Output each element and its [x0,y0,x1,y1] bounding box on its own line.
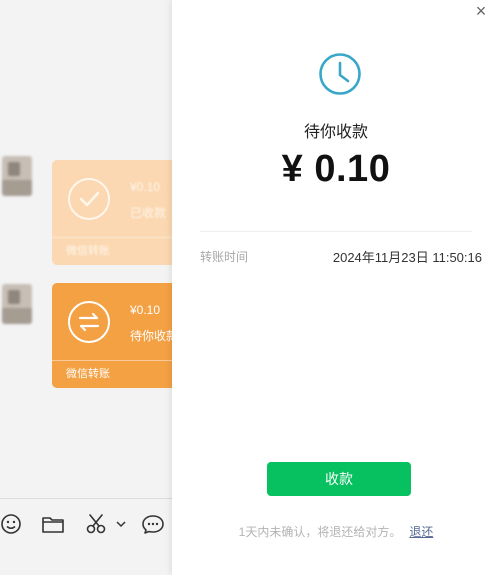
check-icon [68,178,110,220]
avatar[interactable] [2,156,32,196]
transfer-card-pending[interactable]: ¥0.10 待你收款 微信转账 [52,283,178,388]
transfer-card-footer: 微信转账 [52,360,178,388]
transfer-time-label: 转账时间 [200,250,249,264]
transfer-arrows-icon [68,301,110,343]
return-notice: 1天内未确认，将退还给对方。 退还 [172,523,500,540]
chevron-down-icon[interactable] [114,512,128,536]
folder-icon[interactable] [40,512,66,536]
transfer-card-footer: 微信转账 [52,237,178,265]
chat-area: ¥0.10 已收款 微信转账 ¥0.10 待你收款 微信转账 [0,0,178,575]
collect-button[interactable]: 收款 [267,462,411,496]
transfer-status: 已收款 [130,206,167,220]
transfer-status: 待你收款 [130,329,178,343]
chat-icon[interactable] [140,512,166,536]
divider [200,231,472,232]
close-icon[interactable]: × [472,2,490,20]
transfer-detail-panel: × 待你收款 ¥ 0.10 转账时间 2024年11月23日 11:50:16 … [172,0,500,575]
clock-icon [318,52,362,96]
scissors-icon[interactable] [84,512,110,536]
return-notice-text: 1天内未确认，将退还给对方。 [238,525,402,539]
avatar[interactable] [2,284,32,324]
transfer-status-title: 待你收款 [303,124,368,141]
transfer-time-value: 2024年11月23日 11:50:16 [332,250,482,265]
toolbar-divider [0,498,178,499]
transfer-amount-large: ¥ 0.10 [281,148,391,190]
transfer-amount: ¥0.10 [130,180,161,194]
transfer-amount: ¥0.10 [130,303,161,317]
return-link[interactable]: 退还 [409,525,433,539]
emoji-icon[interactable] [0,512,22,536]
transfer-card-received[interactable]: ¥0.10 已收款 微信转账 [52,160,178,265]
